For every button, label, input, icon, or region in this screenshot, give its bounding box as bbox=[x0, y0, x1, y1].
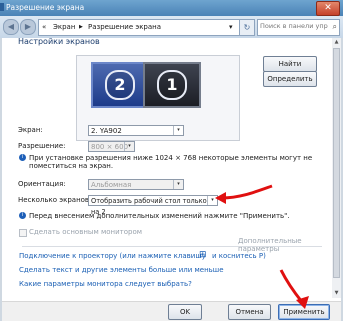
monitor-2-number: 2 bbox=[105, 70, 135, 100]
windows-key-icon: ⊞ bbox=[199, 250, 207, 260]
button-bar: OK Отмена Применить bbox=[2, 301, 341, 321]
info-icon: i bbox=[19, 212, 26, 219]
monitor-1[interactable]: 1 bbox=[143, 62, 201, 108]
ok-button[interactable]: OK bbox=[168, 304, 202, 320]
scroll-down-icon[interactable]: ▼ bbox=[332, 289, 341, 298]
orientation-label: Ориентация: bbox=[18, 180, 66, 188]
breadcrumb[interactable]: « Экран ▶ Разрешение экрана ▾ bbox=[38, 19, 240, 36]
screen-select[interactable]: 2. YA902 ▾ bbox=[88, 125, 184, 136]
apply-button[interactable]: Применить bbox=[278, 304, 330, 320]
chevron-down-icon: ▾ bbox=[207, 196, 217, 205]
back-icon[interactable]: ◀ bbox=[3, 19, 19, 35]
advanced-settings-link[interactable]: Дополнительные параметры bbox=[238, 237, 341, 253]
window-title: Разрешение экрана bbox=[6, 3, 85, 12]
cancel-button[interactable]: Отмена bbox=[228, 304, 271, 320]
resolution-note: При установке разрешения ниже 1024 × 768… bbox=[29, 154, 313, 170]
resolution-value: 800 × 600 bbox=[91, 143, 129, 151]
close-button[interactable]: ✕ bbox=[316, 1, 340, 16]
scroll-up-icon[interactable]: ▲ bbox=[332, 38, 341, 47]
search-input[interactable] bbox=[260, 22, 328, 30]
chevron-down-icon: ▾ bbox=[173, 126, 183, 135]
orientation-select: Альбомная ▾ bbox=[88, 179, 184, 190]
section-title: Настройки экранов bbox=[18, 37, 100, 46]
multiple-screens-label: Несколько экранов: bbox=[18, 196, 92, 204]
multiple-screens-select[interactable]: Отобразить рабочий стол только на 2 ▾ bbox=[88, 195, 218, 216]
address-bar: ◀ ▶ « Экран ▶ Разрешение экрана ▾ ↻ ⌕ bbox=[0, 16, 343, 38]
monitor-2[interactable]: 2 bbox=[91, 62, 149, 108]
app-icon bbox=[0, 3, 4, 11]
scrollbar[interactable]: ▲ ▼ bbox=[332, 38, 341, 298]
refresh-icon[interactable]: ↻ bbox=[239, 19, 255, 36]
search-box[interactable]: ⌕ bbox=[257, 19, 340, 36]
apply-note: Перед внесением дополнительных изменений… bbox=[29, 212, 290, 220]
crumb-separator-icon: ▶ bbox=[79, 24, 83, 30]
screen-value: 2. YA902 bbox=[91, 127, 122, 135]
resolution-label: Разрешение: bbox=[18, 142, 66, 150]
monitor-1-number: 1 bbox=[157, 70, 187, 100]
main-content: Настройки экранов 2 1 Найти Определить Э… bbox=[2, 37, 341, 321]
scroll-thumb[interactable] bbox=[333, 48, 340, 278]
crumb-screen[interactable]: Экран bbox=[53, 23, 75, 31]
crumb-chevron-icon[interactable]: « bbox=[42, 23, 46, 31]
resolution-select: 800 × 600 ▾ bbox=[88, 141, 135, 152]
breadcrumb-dropdown-icon[interactable]: ▾ bbox=[229, 23, 233, 31]
make-main-label: Сделать основным монитором bbox=[29, 228, 143, 236]
chevron-down-icon: ▾ bbox=[173, 180, 183, 189]
identify-button[interactable]: Определить bbox=[263, 71, 317, 87]
monitor-help-link[interactable]: Какие параметры монитора следует выбрать… bbox=[19, 280, 192, 288]
search-icon[interactable]: ⌕ bbox=[333, 22, 337, 32]
make-main-checkbox[interactable] bbox=[19, 229, 27, 237]
text-size-link[interactable]: Сделать текст и другие элементы больше и… bbox=[19, 266, 224, 274]
title-bar: Разрешение экрана ✕ bbox=[0, 0, 343, 16]
forward-icon[interactable]: ▶ bbox=[20, 19, 36, 35]
crumb-resolution[interactable]: Разрешение экрана bbox=[88, 23, 161, 31]
orientation-value: Альбомная bbox=[91, 181, 132, 189]
chevron-down-icon: ▾ bbox=[124, 142, 134, 151]
projector-link-tail[interactable]: и коснитесь P) bbox=[212, 252, 266, 260]
divider bbox=[22, 246, 322, 247]
info-icon: i bbox=[19, 154, 26, 161]
screen-label: Экран: bbox=[18, 126, 43, 134]
find-button[interactable]: Найти bbox=[263, 56, 317, 72]
projector-link[interactable]: Подключение к проектору (или нажмите кла… bbox=[19, 252, 206, 260]
